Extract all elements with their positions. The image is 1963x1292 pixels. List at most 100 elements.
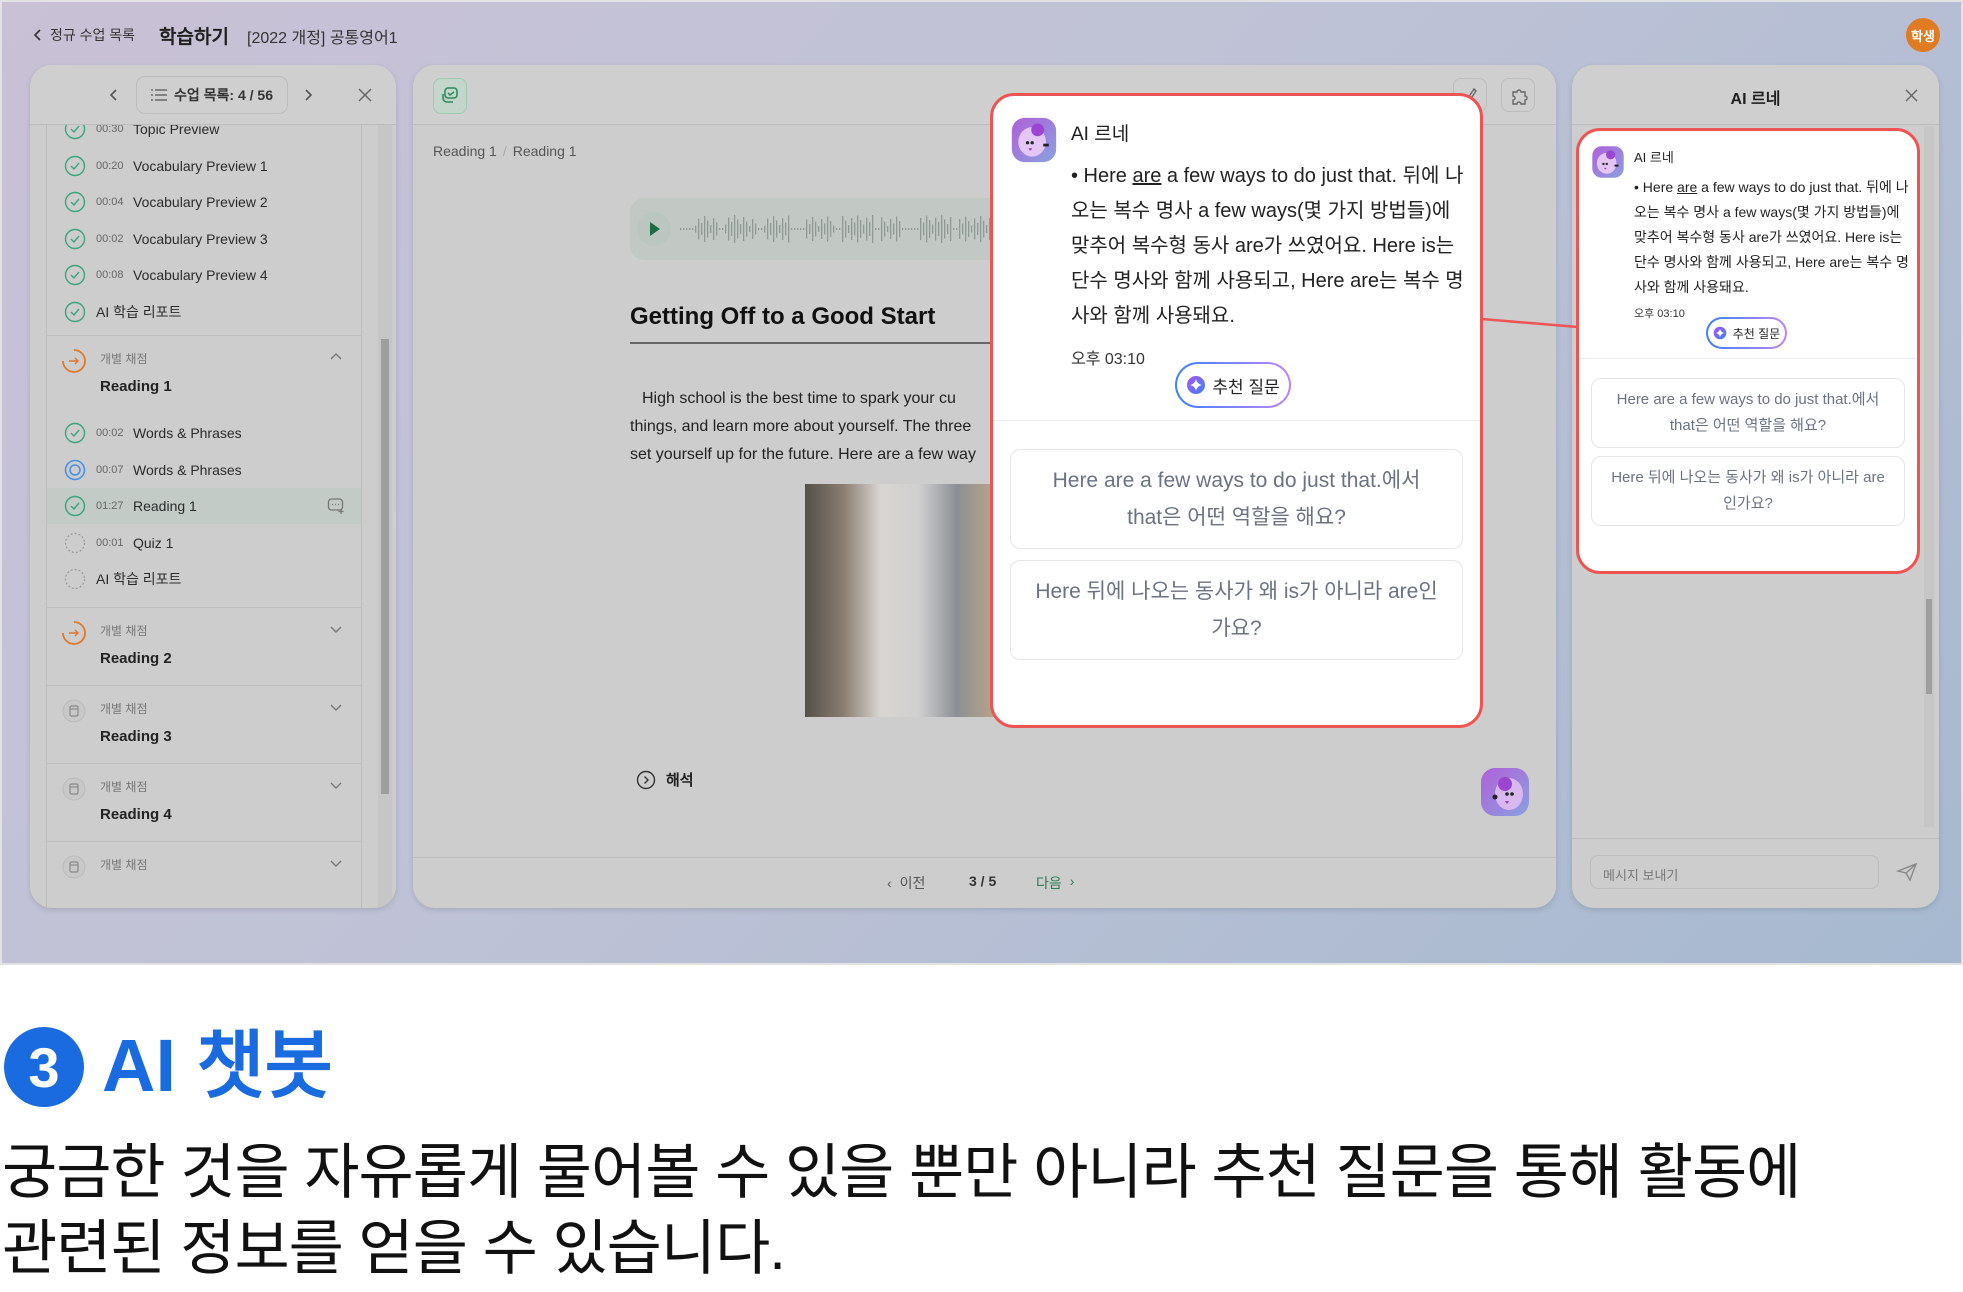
bot-message: • Here are a few ways to do just that. 뒤… — [1634, 175, 1911, 300]
audio-waveform[interactable] — [680, 210, 1010, 248]
waveform-bar — [917, 228, 919, 230]
waveform-bar — [782, 218, 784, 240]
study-cards-button[interactable] — [433, 78, 467, 114]
play-icon — [650, 222, 660, 236]
waveform-bar — [977, 223, 979, 235]
suggested-question[interactable]: Here are a few ways to do just that.에서 t… — [1010, 449, 1463, 549]
item-duration: 00:02 — [96, 232, 124, 245]
play-button[interactable] — [637, 212, 671, 246]
translation-toggle[interactable]: 해석 — [636, 769, 694, 790]
waveform-bar — [686, 228, 688, 230]
item-duration: 00:02 — [96, 427, 124, 439]
lesson-group[interactable]: 개별 채점 Reading 1 00:02 Words & Phrases 00:07 W… — [47, 335, 361, 607]
page-indicator: 3 / 5 — [969, 873, 997, 889]
lesson-group[interactable]: 개별 채점 Reading 4 — [47, 763, 361, 841]
lesson-item[interactable]: 00:01 Quiz 1 — [47, 525, 361, 561]
waveform-bar — [893, 223, 895, 235]
waveform-bar — [980, 216, 982, 242]
lesson-item[interactable]: 00:02 Vocabulary Preview 3 — [47, 221, 361, 257]
prev-page-button[interactable]: ‹ 이전 — [887, 873, 925, 893]
sidebar-header: 수업 목록: 4 / 56 — [30, 65, 396, 125]
breadcrumb-item[interactable]: Reading 1 — [433, 143, 497, 159]
lesson-item[interactable]: 00:07 Words & Phrases — [47, 452, 361, 488]
waveform-bar — [707, 220, 709, 238]
chevron-down-icon[interactable] — [329, 622, 343, 636]
lesson-item[interactable]: AI 학습 리포트 — [47, 294, 361, 330]
lesson-list: 00:30 Topic Preview 00:20 Vocabulary Previe… — [46, 125, 362, 908]
prev-label: 이전 — [899, 875, 926, 891]
waveform-bar — [851, 218, 853, 240]
pending-circle-icon — [64, 568, 86, 590]
chevron-down-icon[interactable] — [329, 778, 343, 792]
waveform-bar — [692, 228, 694, 230]
group-title: Reading 1 — [100, 378, 172, 395]
ai-mascot-button[interactable] — [1479, 766, 1531, 818]
lesson-item[interactable]: 00:04 Vocabulary Preview 2 — [47, 184, 361, 220]
waveform-bar — [797, 228, 799, 230]
waveform-bar — [770, 223, 772, 235]
waveform-bar — [860, 220, 862, 238]
chevron-up-icon[interactable] — [329, 350, 343, 364]
reading-paragraph: High school is the best time to spark yo… — [630, 385, 1030, 469]
waveform-bar — [731, 222, 733, 236]
recommended-questions-button[interactable]: 추천 질문 — [1175, 362, 1291, 408]
waveform-bar — [974, 218, 976, 240]
pending-circle-icon — [64, 532, 86, 553]
lesson-group[interactable]: 개별 채점 Reading 2 — [47, 607, 361, 685]
step-number-badge: 3 — [4, 1027, 84, 1107]
chevron-circle-icon — [636, 770, 656, 789]
waveform-bar — [914, 228, 916, 230]
chat-scrollbar[interactable] — [1924, 127, 1934, 827]
extension-button[interactable] — [1501, 78, 1535, 112]
waveform-bar — [743, 217, 745, 241]
lesson-item[interactable]: 00:30 Topic Preview — [47, 125, 361, 147]
close-icon[interactable] — [1905, 89, 1918, 102]
input-divider — [1572, 838, 1939, 839]
waveform-bar — [845, 220, 847, 238]
sparkle-icon — [1187, 376, 1206, 394]
waveform-bar — [806, 219, 808, 239]
next-page-button[interactable]: 다음 › — [1036, 873, 1074, 893]
recommended-questions-button[interactable]: 추천 질문 — [1706, 317, 1787, 349]
waveform-bar — [746, 221, 748, 237]
chat-bubble-icon[interactable] — [327, 497, 345, 515]
lesson-list-button[interactable]: 수업 목록: 4 / 56 — [136, 76, 288, 114]
waveform-bar — [812, 217, 814, 241]
chevron-down-icon[interactable] — [329, 700, 343, 714]
scrollbar-thumb[interactable] — [381, 339, 389, 794]
lesson-item[interactable]: 00:20 Vocabulary Preview 1 — [47, 148, 361, 184]
send-icon[interactable] — [1896, 862, 1918, 882]
waveform-bar — [698, 218, 700, 240]
group-title: Reading 4 — [100, 806, 172, 823]
lesson-group[interactable]: 개별 채점 Reading 3 — [47, 685, 361, 763]
message-input[interactable]: 메시지 보내기 — [1590, 855, 1879, 889]
scrollbar-thumb[interactable] — [1926, 599, 1932, 694]
lesson-item[interactable]: 00:02 Words & Phrases — [47, 415, 361, 451]
waveform-bar — [800, 228, 802, 230]
suggested-question[interactable]: Here 뒤에 나오는 동사가 왜 is가 아니라 are인가요? — [1010, 560, 1463, 660]
user-avatar[interactable]: 학생 — [1906, 18, 1940, 52]
locked-doc-icon — [62, 699, 86, 723]
chevron-down-icon[interactable] — [329, 856, 343, 870]
recommend-label: 추천 질문 — [1212, 377, 1280, 397]
lesson-progress: 수업 목록: 4 / 56 — [174, 87, 273, 103]
waveform-bar — [785, 222, 787, 236]
next-lesson-icon[interactable] — [302, 87, 314, 103]
waveform-bar — [683, 228, 685, 230]
lesson-group[interactable]: 개별 채점 — [47, 841, 361, 908]
waveform-bar — [710, 225, 712, 233]
sidebar-scrollbar[interactable] — [378, 125, 392, 908]
waveform-bar — [878, 228, 880, 230]
waveform-bar — [776, 220, 778, 238]
caption-description: 궁금한 것을 자유롭게 물어볼 수 있을 뿐만 아니라 추천 질문을 통해 활동… — [2, 1135, 1801, 1287]
suggested-question[interactable]: Here 뒤에 나오는 동사가 왜 is가 아니라 are인가요? — [1591, 456, 1905, 526]
suggested-question[interactable]: Here are a few ways to do just that.에서 t… — [1591, 378, 1905, 448]
close-icon[interactable] — [358, 88, 372, 102]
prev-lesson-icon[interactable] — [108, 87, 120, 103]
back-to-lessons-link[interactable]: 정규 수업 목록 — [32, 24, 135, 46]
lesson-item[interactable]: AI 학습 리포트 — [47, 561, 361, 597]
sparkle-icon — [1713, 326, 1727, 340]
lesson-item[interactable]: 01:27 Reading 1 — [47, 488, 361, 524]
lesson-item[interactable]: 00:08 Vocabulary Preview 4 — [47, 257, 361, 293]
chat-panel-title: AI 르네 — [1730, 91, 1781, 108]
